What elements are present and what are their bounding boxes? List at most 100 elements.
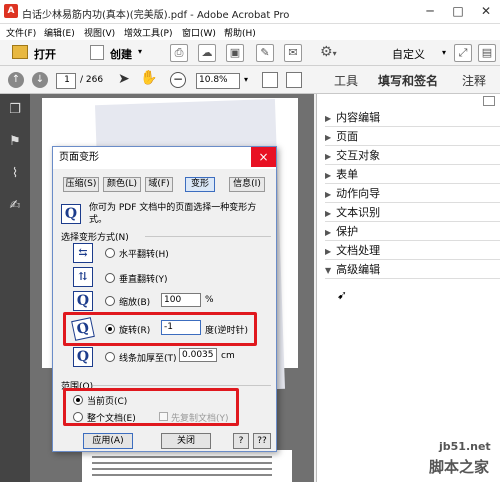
edit-doc-icon[interactable]: ✎ — [256, 44, 274, 62]
tab-compress[interactable]: 压缩(S) — [63, 177, 99, 192]
select-cursor-icon[interactable]: ➤ — [118, 71, 130, 87]
tools-panel: ▶ 内容编辑 ▶ 页面 ▶ 交互对象 ▶ 表单 ▶ 动作向导 ▶ 文本识别 ▶ 保护 ▶ 文档处… — [316, 94, 500, 482]
panel-item-pages[interactable]: ▶ 页面 — [325, 127, 500, 146]
range-divider — [93, 385, 271, 386]
highlight-range-box — [63, 388, 239, 426]
chevron-down-icon[interactable]: ▾ — [244, 75, 248, 84]
main-toolbar: 打开 创建 ▾ ⎙ ☁ ▣ ✎ ✉ ⚙▾ 自定义 ▾ ⤢ ▤ — [0, 40, 500, 66]
panel-item-action-wizard[interactable]: ▶ 动作向导 — [325, 184, 500, 203]
customize-dropdown[interactable]: 自定义 — [392, 46, 425, 62]
scale-icon: Q — [73, 291, 93, 311]
menu-help[interactable]: 帮助(H) — [224, 26, 256, 39]
bookmark-icon[interactable]: ▤ — [478, 44, 496, 62]
thicken-label: 线条加厚至(T) — [119, 354, 177, 364]
signatures-icon[interactable]: ✍ — [7, 198, 23, 214]
minimize-button[interactable]: ─ — [416, 0, 444, 22]
tab-field[interactable]: 域(F) — [145, 177, 173, 192]
tab-info[interactable]: 信息(I) — [229, 177, 265, 192]
transform-q-icon: Q — [61, 204, 81, 224]
radio-thicken[interactable] — [105, 352, 115, 362]
dialog-description: 你可为 PDF 文档中的页面选择一种变形方式。 — [89, 203, 257, 225]
page-number-input[interactable]: 1 — [56, 73, 76, 89]
scale-unit: % — [205, 295, 214, 305]
chevron-right-icon: ▶ — [325, 247, 332, 256]
close-window-button[interactable]: ✕ — [472, 0, 500, 22]
panel-item-protection[interactable]: ▶ 保护 — [325, 222, 500, 241]
flip-vertical-label: 垂直翻转(Y) — [119, 275, 168, 285]
menu-bar: 文件(F) 编辑(E) 视图(V) 增效工具(P) 窗口(W) 帮助(H) — [0, 24, 500, 40]
create-button[interactable]: 创建 ▾ — [86, 44, 152, 62]
create-pdf-icon — [90, 45, 104, 60]
group-divider — [145, 236, 271, 237]
zoom-input[interactable]: 10.8% — [196, 73, 240, 89]
fit-page-icon[interactable] — [262, 72, 278, 88]
collapse-panel-icon[interactable] — [483, 96, 495, 106]
menu-file[interactable]: 文件(F) — [6, 26, 36, 39]
menu-window[interactable]: 窗口(W) — [182, 26, 216, 39]
tab-tools[interactable]: 工具 — [334, 72, 358, 89]
group-label-transform: 选择变形方式(N) — [61, 233, 129, 243]
highlight-rotate-box — [63, 312, 257, 346]
radio-flip-vertical[interactable] — [105, 273, 115, 283]
maximize-button[interactable]: □ — [444, 0, 472, 22]
open-label: 打开 — [34, 48, 56, 61]
chevron-right-icon: ▶ — [325, 228, 332, 237]
close-button[interactable]: 关闭 — [161, 433, 211, 449]
thicken-input[interactable]: 0.0035 — [179, 348, 217, 362]
navigation-toolbar: ↑ ↓ 1 / 266 ➤ ✋ − 10.8% ▾ 工具 填写和签名 注释 — [0, 66, 500, 94]
cloud-upload-icon[interactable]: ☁ — [198, 44, 216, 62]
panel-item-interactive[interactable]: ▶ 交互对象 — [325, 146, 500, 165]
bookmarks-icon[interactable]: ⚑ — [7, 134, 23, 150]
mail-icon[interactable]: ✉ — [284, 44, 302, 62]
watermark-site: jb51.net — [439, 440, 491, 453]
page-transform-dialog: 页面变形 × 压缩(S) 颜色(L) 域(F) 变形 信息(I) Q 你可为 P… — [52, 146, 277, 452]
chevron-down-icon: ▼ — [325, 266, 332, 275]
menu-view[interactable]: 视图(V) — [84, 26, 115, 39]
scale-input[interactable]: 100 — [161, 293, 201, 307]
panel-item-forms[interactable]: ▶ 表单 — [325, 165, 500, 184]
radio-flip-horizontal[interactable] — [105, 248, 115, 258]
hand-icon[interactable]: ✋ — [140, 70, 157, 86]
panel-item-doc-processing[interactable]: ▶ 文档处理 — [325, 241, 500, 260]
tab-transform[interactable]: 变形 — [185, 177, 215, 192]
dialog-close-button[interactable]: × — [251, 147, 276, 167]
attachments-icon[interactable]: ⌇ — [7, 166, 23, 182]
chevron-down-icon: ▾ — [138, 47, 143, 56]
prev-page-icon[interactable]: ↑ — [8, 72, 24, 88]
panel-item-content-edit[interactable]: ▶ 内容编辑 — [325, 108, 500, 127]
title-bar: A 白话少林易筋内功(真本)(完美版).pdf - Adobe Acrobat … — [0, 0, 500, 24]
menu-edit[interactable]: 编辑(E) — [44, 26, 75, 39]
tab-color[interactable]: 颜色(L) — [103, 177, 141, 192]
settings-gear-icon[interactable]: ⚙▾ — [320, 44, 354, 62]
pdf-icon: A — [4, 4, 18, 18]
page-view-icon[interactable] — [286, 72, 302, 88]
page-thumbnails-icon[interactable]: ❐ — [7, 102, 23, 118]
open-button[interactable]: 打开 — [6, 44, 74, 62]
apply-button[interactable]: 应用(A) — [83, 433, 133, 449]
create-label: 创建 — [110, 48, 132, 61]
chevron-right-icon: ▶ — [325, 171, 332, 180]
help-extended-button[interactable]: ?? — [253, 433, 271, 449]
pdf-page — [82, 450, 292, 482]
tab-fill-sign[interactable]: 填写和签名 — [378, 72, 438, 89]
panel-item-text-recognition[interactable]: ▶ 文本识别 — [325, 203, 500, 222]
touchup-tool-icon[interactable]: ➹ — [337, 288, 347, 302]
window-title: 白话少林易筋内功(真本)(完美版).pdf - Adobe Acrobat Pr… — [22, 10, 290, 21]
print-icon[interactable]: ⎙ — [170, 44, 188, 62]
flip-horizontal-icon: ⇆ — [73, 243, 93, 263]
chevron-right-icon: ▶ — [325, 114, 332, 123]
help-button[interactable]: ? — [233, 433, 249, 449]
chevron-right-icon: ▶ — [325, 133, 332, 142]
next-page-icon[interactable]: ↓ — [32, 72, 48, 88]
save-icon[interactable]: ▣ — [226, 44, 244, 62]
panel-item-advanced-edit[interactable]: ▼ 高级编辑 — [325, 260, 500, 279]
dialog-title: 页面变形 — [53, 147, 276, 169]
expand-icon[interactable]: ⤢ — [454, 44, 472, 62]
radio-scale[interactable] — [105, 296, 115, 306]
zoom-out-icon[interactable]: − — [170, 72, 186, 88]
menu-plugins[interactable]: 增效工具(P) — [124, 26, 172, 39]
scale-label: 缩放(B) — [119, 298, 151, 308]
flip-horizontal-label: 水平翻转(H) — [119, 250, 169, 260]
chevron-right-icon: ▶ — [325, 209, 332, 218]
tab-comment[interactable]: 注释 — [462, 72, 486, 89]
